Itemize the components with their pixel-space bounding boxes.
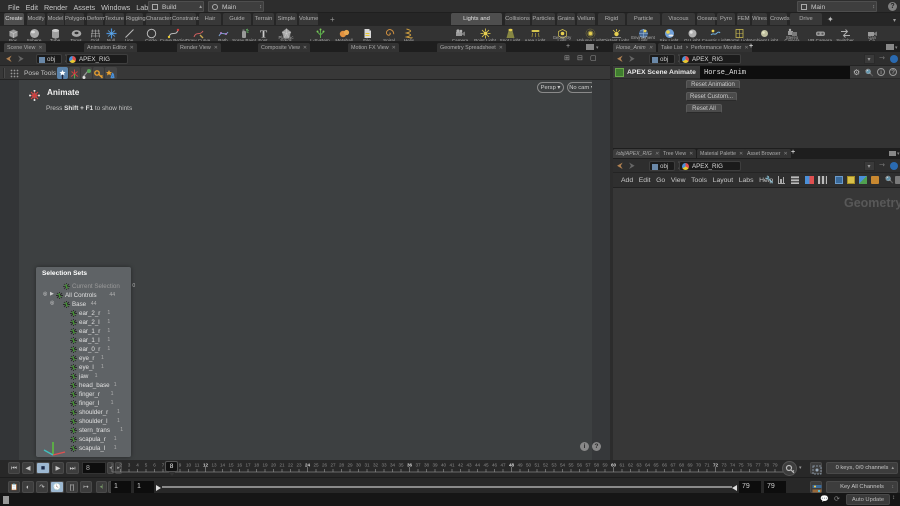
svg-text:55: 55	[568, 463, 574, 468]
svg-text:75: 75	[738, 463, 744, 468]
svg-text:62: 62	[628, 463, 634, 468]
svg-text:11: 11	[195, 463, 200, 468]
svg-text:1: 1	[111, 463, 114, 468]
svg-text:51: 51	[534, 463, 540, 468]
svg-text:70: 70	[696, 463, 702, 468]
svg-text:42: 42	[458, 463, 464, 468]
svg-text:14: 14	[220, 463, 226, 468]
svg-text:72: 72	[713, 463, 719, 468]
svg-text:20: 20	[271, 463, 277, 468]
svg-text:27: 27	[330, 463, 336, 468]
svg-text:44: 44	[475, 463, 481, 468]
svg-text:6: 6	[153, 463, 156, 468]
svg-text:53: 53	[551, 463, 557, 468]
svg-text:23: 23	[296, 463, 302, 468]
svg-text:19: 19	[262, 463, 268, 468]
svg-text:78: 78	[764, 463, 770, 468]
svg-text:71: 71	[704, 463, 710, 468]
svg-text:58: 58	[594, 463, 600, 468]
svg-text:37: 37	[415, 463, 421, 468]
svg-text:66: 66	[662, 463, 668, 468]
svg-text:63: 63	[636, 463, 642, 468]
svg-text:54: 54	[560, 463, 566, 468]
svg-text:76: 76	[747, 463, 753, 468]
svg-text:57: 57	[585, 463, 591, 468]
svg-text:16: 16	[237, 463, 243, 468]
svg-text:60: 60	[611, 463, 617, 468]
svg-text:2: 2	[119, 463, 122, 468]
svg-text:52: 52	[543, 463, 549, 468]
svg-text:67: 67	[670, 463, 676, 468]
svg-text:39: 39	[432, 463, 438, 468]
svg-text:4: 4	[136, 463, 139, 468]
svg-text:22: 22	[288, 463, 294, 468]
svg-text:30: 30	[356, 463, 362, 468]
svg-text:18: 18	[254, 463, 260, 468]
svg-text:17: 17	[245, 463, 251, 468]
svg-text:49: 49	[517, 463, 523, 468]
svg-text:32: 32	[373, 463, 379, 468]
svg-text:56: 56	[577, 463, 583, 468]
svg-text:48: 48	[509, 463, 515, 468]
svg-text:41: 41	[449, 463, 455, 468]
svg-text:64: 64	[645, 463, 651, 468]
svg-text:26: 26	[322, 463, 328, 468]
svg-text:68: 68	[679, 463, 685, 468]
svg-text:33: 33	[381, 463, 387, 468]
svg-text:43: 43	[466, 463, 472, 468]
svg-text:15: 15	[228, 463, 234, 468]
svg-text:3: 3	[128, 463, 131, 468]
svg-text:79: 79	[772, 463, 778, 468]
svg-text:10: 10	[186, 463, 192, 468]
svg-text:46: 46	[492, 463, 498, 468]
svg-text:25: 25	[313, 463, 319, 468]
svg-text:34: 34	[390, 463, 396, 468]
svg-text:77: 77	[755, 463, 761, 468]
svg-text:74: 74	[730, 463, 736, 468]
svg-text:31: 31	[364, 463, 370, 468]
svg-text:28: 28	[339, 463, 345, 468]
svg-text:65: 65	[653, 463, 659, 468]
svg-text:24: 24	[305, 463, 311, 468]
svg-text:5: 5	[145, 463, 148, 468]
svg-text:40: 40	[441, 463, 447, 468]
svg-text:69: 69	[687, 463, 693, 468]
svg-text:35: 35	[398, 463, 404, 468]
svg-text:45: 45	[483, 463, 489, 468]
svg-text:59: 59	[602, 463, 608, 468]
svg-text:73: 73	[721, 463, 727, 468]
svg-text:12: 12	[203, 463, 209, 468]
svg-text:13: 13	[211, 463, 217, 468]
svg-text:36: 36	[407, 463, 413, 468]
svg-text:9: 9	[179, 463, 182, 468]
svg-text:21: 21	[279, 463, 285, 468]
svg-text:61: 61	[619, 463, 625, 468]
svg-text:29: 29	[347, 463, 353, 468]
svg-text:47: 47	[500, 463, 506, 468]
svg-text:38: 38	[424, 463, 430, 468]
svg-text:50: 50	[526, 463, 532, 468]
